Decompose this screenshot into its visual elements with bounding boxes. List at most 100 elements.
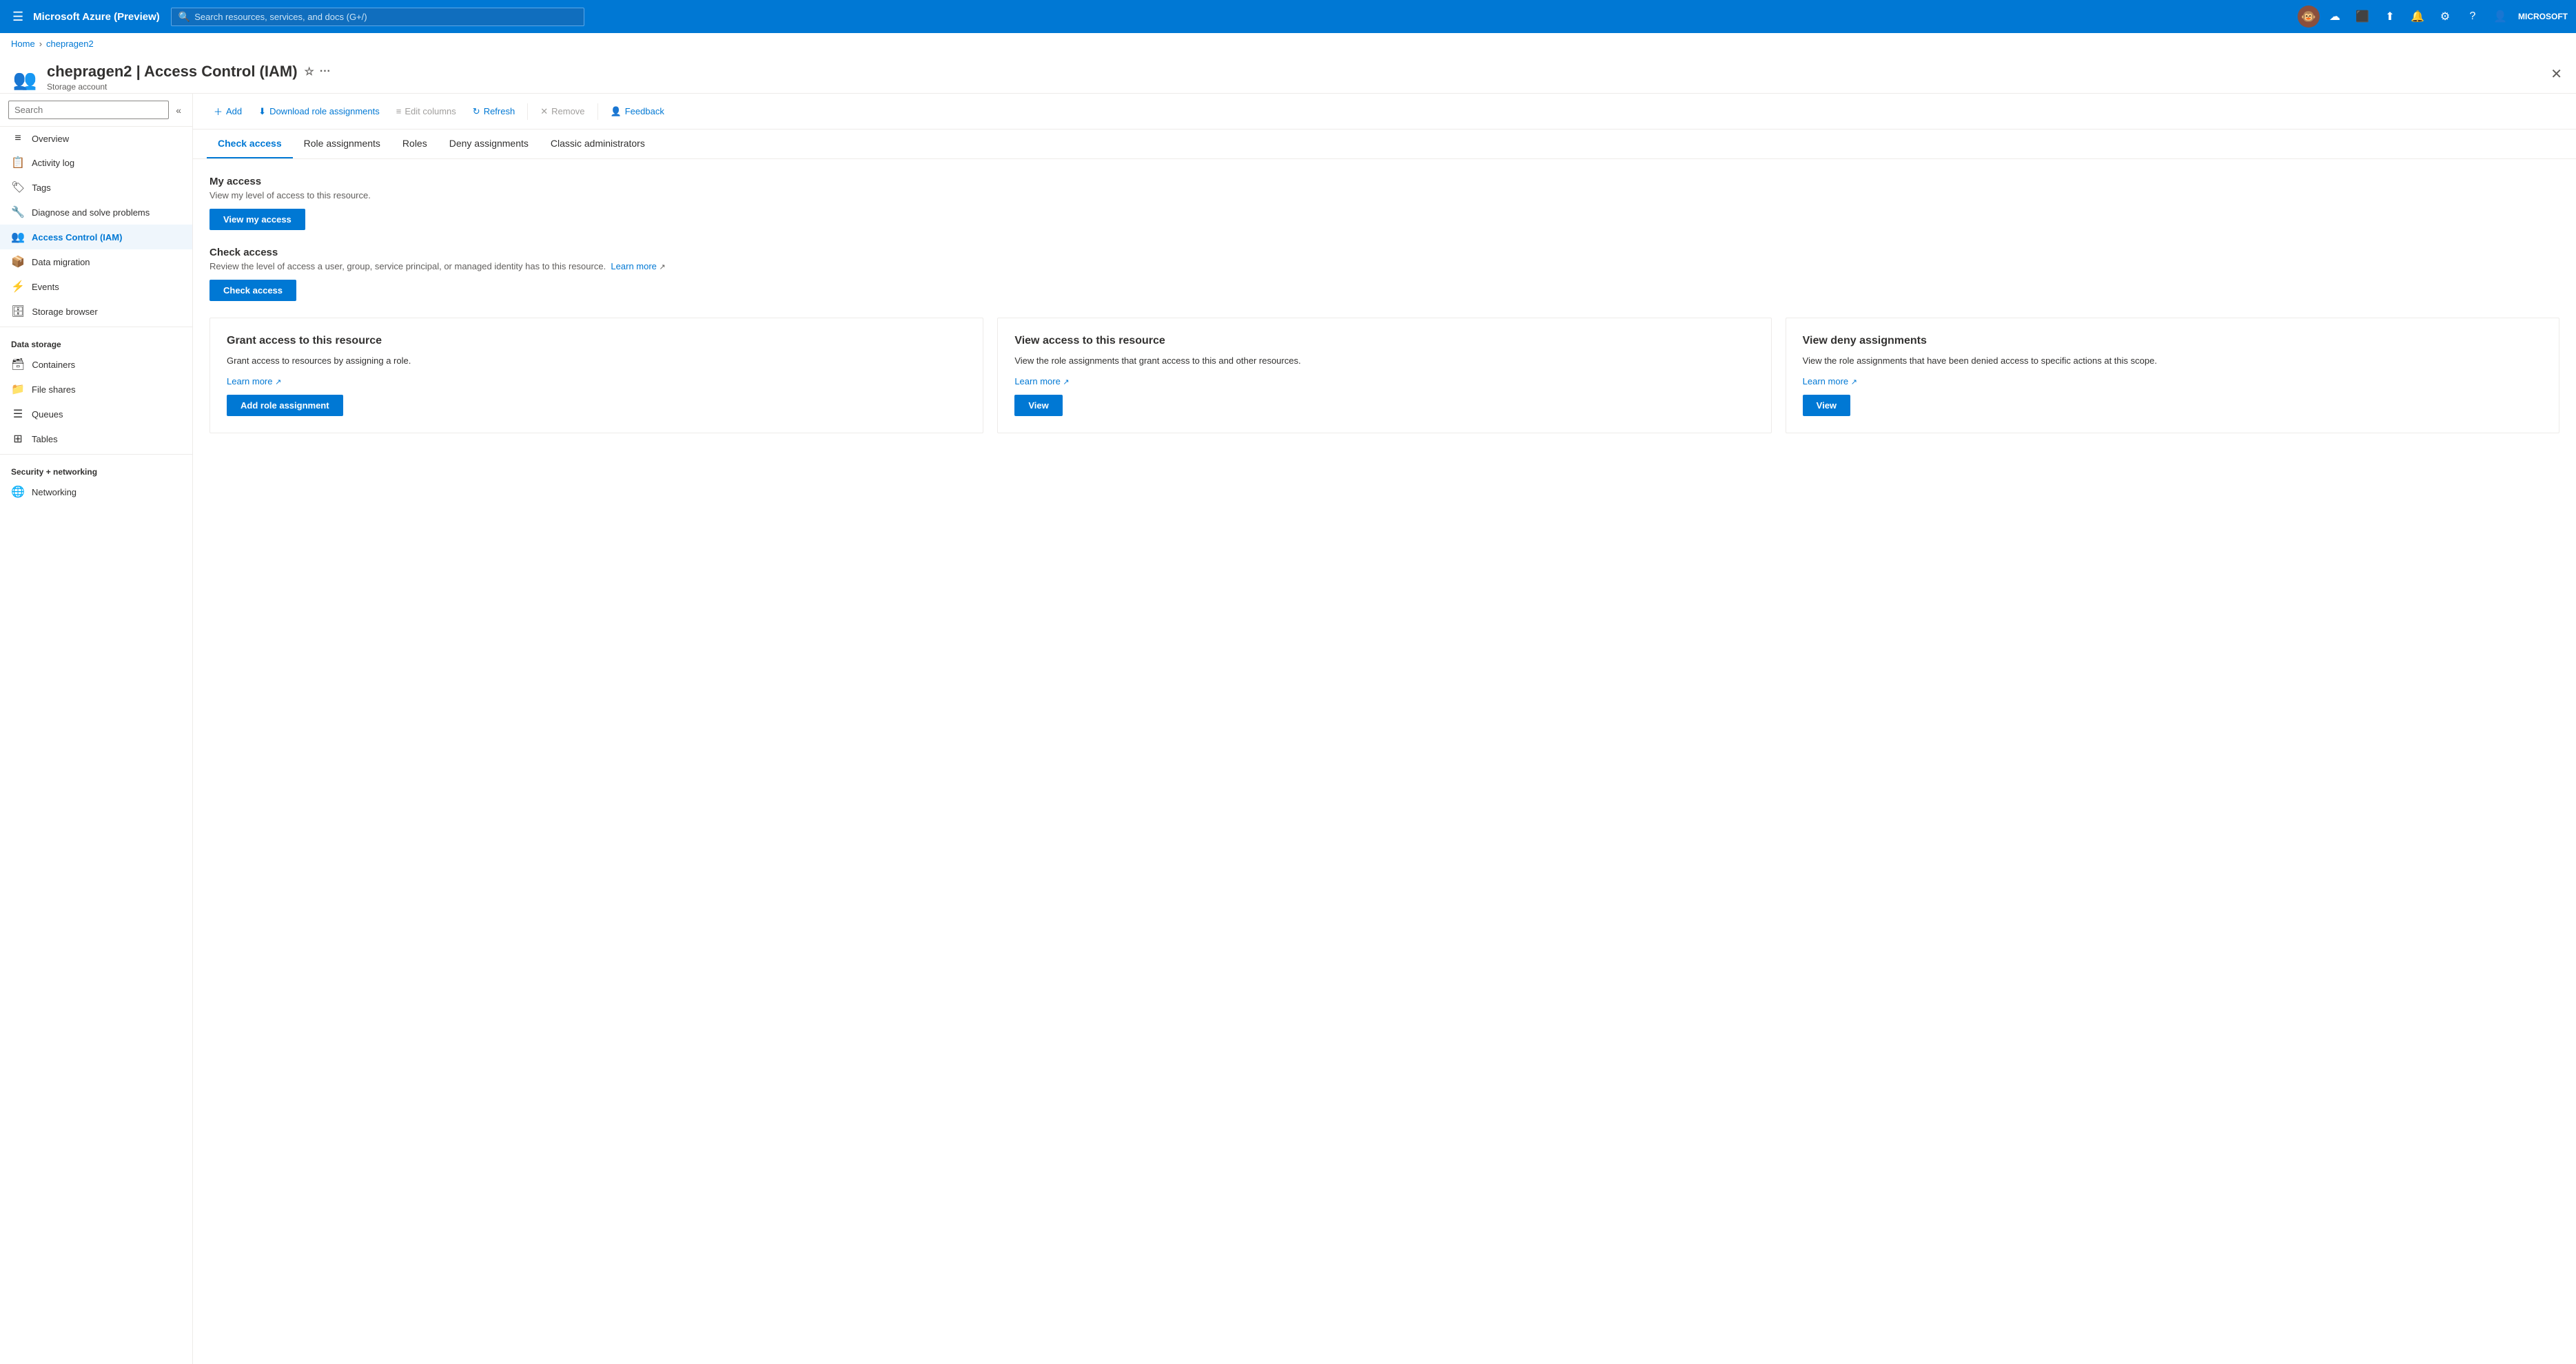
- check-access-desc-text: Review the level of access a user, group…: [209, 261, 606, 271]
- page-subtitle: Storage account: [47, 82, 331, 92]
- breadcrumb: Home › chepragen2: [0, 33, 2576, 54]
- sidebar: « ≡Overview📋Activity log🏷Tags🔧Diagnose a…: [0, 94, 193, 1364]
- sidebar-item-data-migration[interactable]: 📦Data migration: [0, 249, 192, 274]
- sidebar-data-storage: 🗃Containers📁File shares☰Queues⊞Tables: [0, 352, 192, 451]
- breadcrumb-home[interactable]: Home: [11, 39, 35, 49]
- columns-icon: ≡: [396, 106, 402, 116]
- sidebar-data-storage-label: Data storage: [0, 330, 192, 352]
- more-icon[interactable]: ···: [320, 65, 331, 78]
- page-title-area: chepragen2 | Access Control (IAM) ☆ ··· …: [47, 63, 331, 92]
- sidebar-security: 🌐Networking: [0, 479, 192, 504]
- view-my-access-button[interactable]: View my access: [209, 209, 305, 230]
- page-title-text: chepragen2 | Access Control (IAM): [47, 63, 298, 81]
- card-desc-2: View the role assignments that have been…: [1803, 355, 2542, 386]
- brand-label: Microsoft Azure (Preview): [33, 11, 160, 23]
- sidebar-item-diagnose-and-solve-problems[interactable]: 🔧Diagnose and solve problems: [0, 200, 192, 225]
- tab-roles[interactable]: Roles: [391, 130, 438, 158]
- download-button[interactable]: ⬇ Download role assignments: [252, 102, 387, 121]
- notification-icon[interactable]: 🔔: [2405, 4, 2430, 29]
- sidebar-item-overview[interactable]: ≡Overview: [0, 127, 192, 150]
- my-access-section: My access View my level of access to thi…: [209, 176, 2559, 230]
- add-icon: ＋: [214, 105, 223, 118]
- terminal-icon[interactable]: ⬛: [2350, 4, 2375, 29]
- global-search[interactable]: 🔍: [171, 8, 584, 26]
- sidebar-security-label: Security + networking: [0, 457, 192, 479]
- global-search-input[interactable]: [194, 12, 577, 22]
- main-layout: « ≡Overview📋Activity log🏷Tags🔧Diagnose a…: [0, 94, 2576, 1364]
- sidebar-item-access-control-iam[interactable]: 👥Access Control (IAM): [0, 225, 192, 249]
- help-icon[interactable]: ?: [2460, 4, 2485, 29]
- star-icon[interactable]: ☆: [305, 65, 314, 79]
- sidebar-item-file-shares[interactable]: 📁File shares: [0, 377, 192, 402]
- add-label: Add: [226, 106, 242, 116]
- sidebar-collapse-button[interactable]: «: [173, 102, 184, 118]
- page-header: 👥 chepragen2 | Access Control (IAM) ☆ ··…: [0, 54, 2576, 94]
- breadcrumb-current[interactable]: chepragen2: [46, 39, 94, 49]
- sidebar-item-containers[interactable]: 🗃Containers: [0, 352, 192, 377]
- card-button-2[interactable]: View: [1803, 395, 1850, 416]
- user-avatar[interactable]: 🐵: [2298, 6, 2320, 28]
- feedback-label: Feedback: [625, 106, 664, 116]
- card-learn-more-2[interactable]: Learn more ↗: [1803, 376, 1857, 386]
- feedback-button[interactable]: 👤 Feedback: [604, 102, 671, 121]
- card-title-1: View access to this resource: [1014, 335, 1754, 347]
- close-icon[interactable]: ✕: [2548, 63, 2565, 85]
- card-0: Grant access to this resource Grant acce…: [209, 318, 983, 433]
- page-header-left: 👥 chepragen2 | Access Control (IAM) ☆ ··…: [11, 63, 331, 93]
- upload-icon[interactable]: ⬆: [2378, 4, 2402, 29]
- iam-content: My access View my level of access to thi…: [193, 159, 2576, 450]
- sidebar-nav: ≡Overview📋Activity log🏷Tags🔧Diagnose and…: [0, 127, 192, 324]
- settings-icon[interactable]: ⚙: [2433, 4, 2457, 29]
- check-access-learn-more-link[interactable]: Learn more: [611, 261, 656, 271]
- tab-role-assignments[interactable]: Role assignments: [293, 130, 391, 158]
- sidebar-item-events[interactable]: ⚡Events: [0, 274, 192, 299]
- cloud-icon[interactable]: ☁: [2322, 4, 2347, 29]
- nav-icons: 🐵 ☁ ⬛ ⬆ 🔔 ⚙ ? 👤 MICROSOFT: [2298, 4, 2568, 29]
- sidebar-search-input[interactable]: [8, 101, 169, 119]
- refresh-label: Refresh: [484, 106, 515, 116]
- microsoft-label: MICROSOFT: [2518, 12, 2568, 21]
- page-title-actions: ☆ ···: [305, 65, 331, 79]
- remove-icon: ✕: [540, 106, 548, 117]
- card-1: View access to this resource View the ro…: [997, 318, 1771, 433]
- external-link-icon: ↗: [660, 263, 666, 271]
- tab-deny-assignments[interactable]: Deny assignments: [438, 130, 540, 158]
- sidebar-item-queues[interactable]: ☰Queues: [0, 402, 192, 426]
- card-title-0: Grant access to this resource: [227, 335, 966, 347]
- card-learn-more-1[interactable]: Learn more ↗: [1014, 376, 1069, 386]
- download-label: Download role assignments: [269, 106, 380, 116]
- toolbar-separator-2: [597, 103, 598, 120]
- check-access-button[interactable]: Check access: [209, 280, 296, 301]
- sidebar-search-area: «: [0, 94, 192, 127]
- breadcrumb-separator: ›: [39, 39, 42, 49]
- card-button-0[interactable]: Add role assignment: [227, 395, 343, 416]
- card-title-2: View deny assignments: [1803, 335, 2542, 347]
- sidebar-item-networking[interactable]: 🌐Networking: [0, 479, 192, 504]
- sidebar-item-activity-log[interactable]: 📋Activity log: [0, 150, 192, 175]
- feedback-icon: 👤: [611, 106, 622, 117]
- refresh-icon: ↻: [473, 106, 480, 117]
- add-button[interactable]: ＋ Add: [207, 101, 249, 122]
- sidebar-item-tables[interactable]: ⊞Tables: [0, 426, 192, 451]
- feedback-nav-icon[interactable]: 👤: [2488, 4, 2513, 29]
- page-title: chepragen2 | Access Control (IAM) ☆ ···: [47, 63, 331, 81]
- card-button-1[interactable]: View: [1014, 395, 1062, 416]
- sidebar-item-storage-browser[interactable]: 🗄Storage browser: [0, 299, 192, 324]
- remove-label: Remove: [551, 106, 584, 116]
- card-learn-more-0[interactable]: Learn more ↗: [227, 376, 281, 386]
- sidebar-divider-2: [0, 454, 192, 455]
- check-access-section: Check access Review the level of access …: [209, 247, 2559, 301]
- refresh-button[interactable]: ↻ Refresh: [466, 102, 522, 121]
- edit-columns-button[interactable]: ≡ Edit columns: [389, 102, 463, 121]
- remove-button[interactable]: ✕ Remove: [533, 102, 591, 121]
- check-access-description: Review the level of access a user, group…: [209, 261, 2559, 271]
- toolbar-separator-1: [527, 103, 528, 120]
- content-area: ＋ Add ⬇ Download role assignments ≡ Edit…: [193, 94, 2576, 1364]
- sidebar-item-tags[interactable]: 🏷Tags: [0, 175, 192, 200]
- check-access-title: Check access: [209, 247, 2559, 258]
- tab-check-access[interactable]: Check access: [207, 130, 293, 158]
- my-access-title: My access: [209, 176, 2559, 187]
- search-icon: 🔍: [178, 11, 190, 23]
- hamburger-menu[interactable]: ☰: [8, 6, 28, 28]
- tab-classic-administrators[interactable]: Classic administrators: [540, 130, 656, 158]
